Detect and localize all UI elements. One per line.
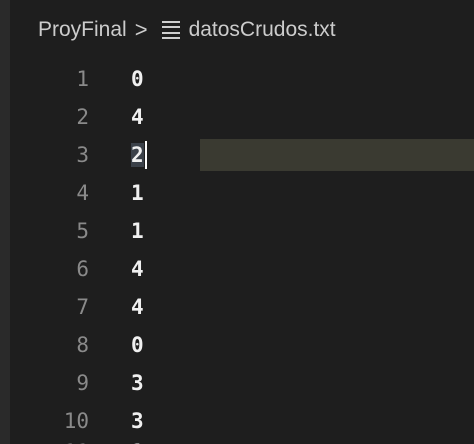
breadcrumb-file[interactable]: datosCrudos.txt <box>189 18 336 42</box>
line-number: 9 <box>76 371 89 395</box>
line-number: 2 <box>76 105 89 129</box>
editor-line[interactable]: 9 3 <box>10 364 474 402</box>
line-text[interactable]: 4 <box>131 105 144 129</box>
line-text[interactable]: 1 <box>131 219 144 243</box>
line-number: 7 <box>76 295 89 319</box>
line-text[interactable]: 1 <box>131 181 144 205</box>
line-number: 8 <box>76 333 89 357</box>
editor-line[interactable]: 5 1 <box>10 212 474 250</box>
editor-line[interactable]: 8 0 <box>10 326 474 364</box>
line-text[interactable]: 3 <box>131 371 144 395</box>
editor-line[interactable]: 7 4 <box>10 288 474 326</box>
line-text[interactable]: 4 <box>131 257 144 281</box>
text-lines-icon <box>161 21 180 39</box>
line-number: 3 <box>76 143 89 167</box>
line-text[interactable]: 2 <box>131 143 144 167</box>
editor-window: ProyFinal > datosCrudos.txt 1 0 2 4 3 2 … <box>0 0 474 444</box>
line-text[interactable]: 0 <box>131 333 144 357</box>
editor-line[interactable]: 4 1 <box>10 174 474 212</box>
editor-line[interactable]: 1 0 <box>10 60 474 98</box>
line-number: 1 <box>76 67 89 91</box>
breadcrumb-folder[interactable]: ProyFinal <box>38 18 127 42</box>
line-text[interactable]: 1 <box>131 440 144 444</box>
line-number: 4 <box>76 181 89 205</box>
text-cursor <box>144 141 147 169</box>
line-number: 11 <box>10 440 131 444</box>
line-number: 5 <box>76 219 89 243</box>
line-text[interactable]: 4 <box>131 295 144 319</box>
editor-line[interactable]: 11 1 <box>10 440 474 444</box>
editor-line[interactable]: 2 4 <box>10 98 474 136</box>
editor-current-line[interactable]: 3 2 <box>10 136 474 174</box>
line-text[interactable]: 0 <box>131 67 144 91</box>
breadcrumb: ProyFinal > datosCrudos.txt <box>10 0 474 60</box>
editor-left-border <box>0 0 10 444</box>
line-text[interactable]: 3 <box>131 409 144 433</box>
line-number: 10 <box>63 409 89 433</box>
code-editor[interactable]: 1 0 2 4 3 2 4 1 5 1 6 4 7 4 8 0 9 3 10 3 <box>10 60 474 444</box>
editor-line[interactable]: 6 4 <box>10 250 474 288</box>
editor-line[interactable]: 10 3 <box>10 402 474 440</box>
line-number: 6 <box>76 257 89 281</box>
breadcrumb-separator-icon: > <box>134 17 148 42</box>
